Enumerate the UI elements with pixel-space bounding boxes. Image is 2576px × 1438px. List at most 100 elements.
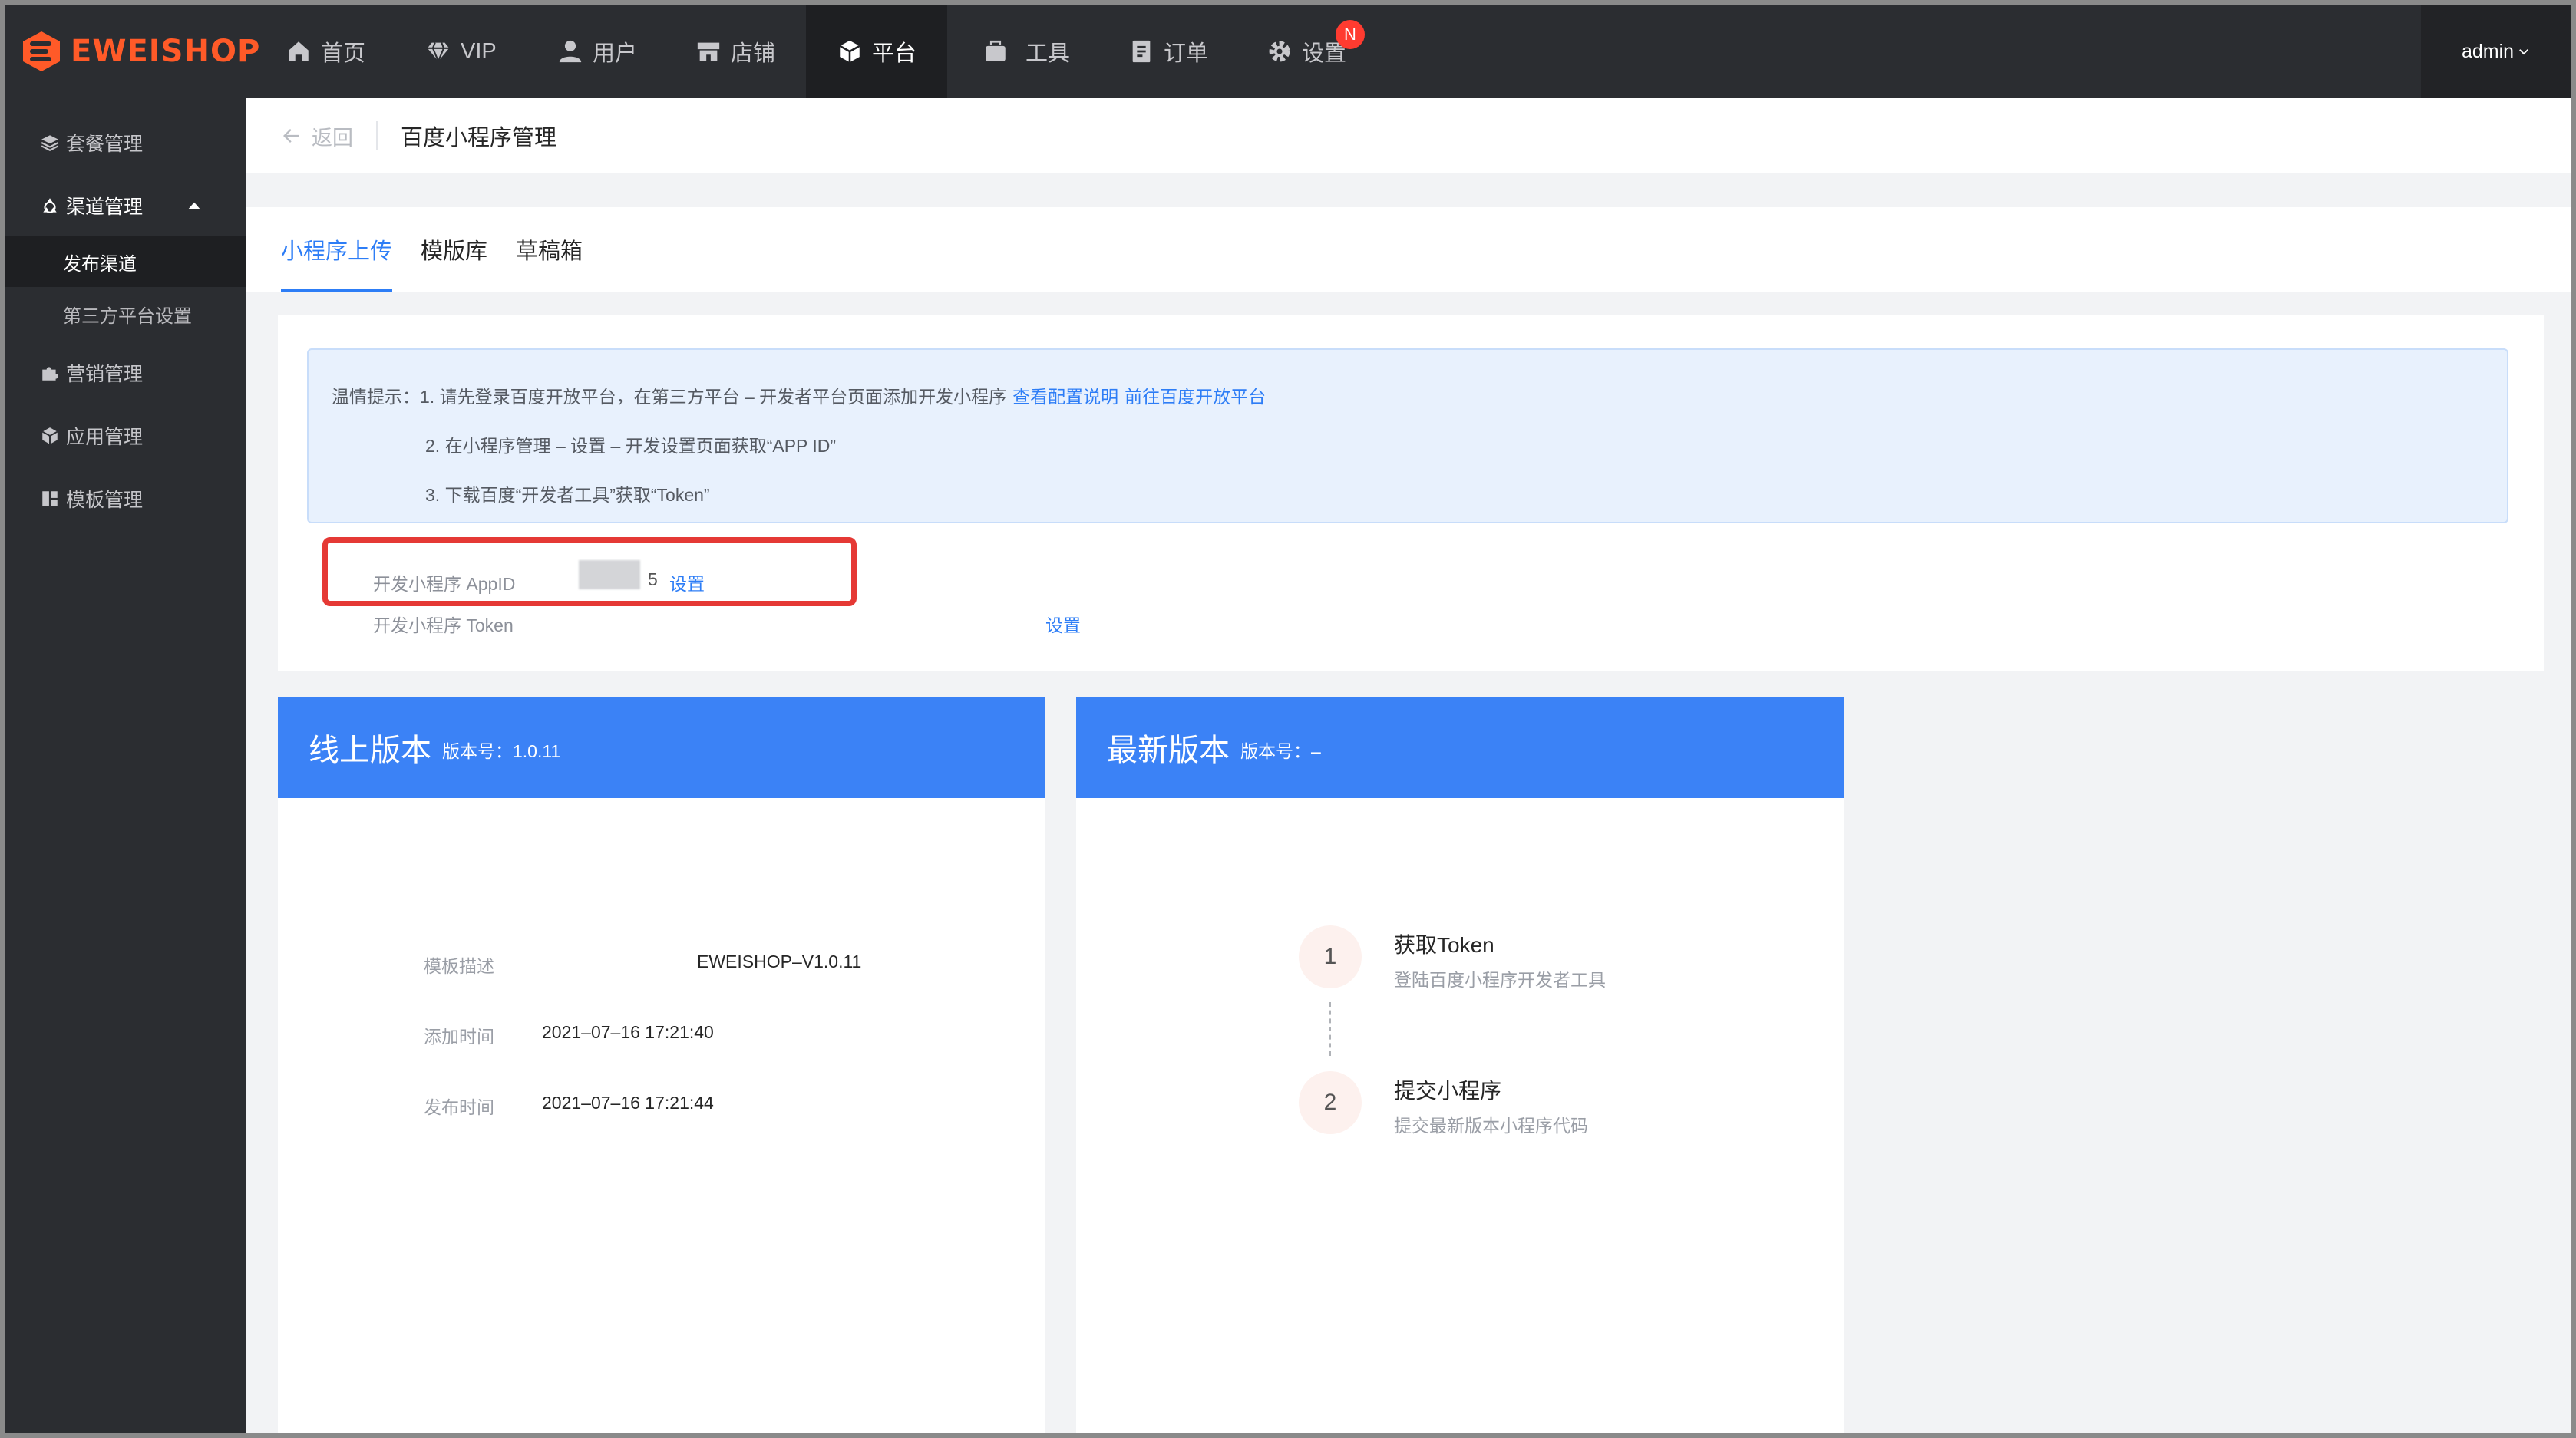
step-2-circle: 2 bbox=[1299, 1071, 1362, 1134]
online-version-number: 版本号：1.0.11 bbox=[442, 741, 561, 761]
tip-prefix: 温情提示： bbox=[332, 387, 420, 407]
latest-version-header: 最新版本 版本号：– bbox=[1076, 697, 1844, 798]
template-desc-label: 模板描述 bbox=[424, 956, 494, 976]
header-divider bbox=[376, 121, 378, 150]
back-button[interactable]: 返回 bbox=[281, 121, 353, 151]
caret-up-icon bbox=[188, 202, 200, 209]
back-label: 返回 bbox=[312, 126, 353, 150]
template-desc-value: EWEISHOP–V1.0.11 bbox=[697, 952, 862, 971]
nav-settings[interactable]: 设置 bbox=[1267, 5, 1346, 98]
sidebar-item-label: 应用管理 bbox=[66, 427, 144, 448]
step-1-desc: 登陆百度小程序开发者工具 bbox=[1394, 970, 1606, 990]
nav-platform[interactable]: 平台 bbox=[806, 5, 947, 98]
tab-template-library[interactable]: 模版库 bbox=[421, 207, 487, 292]
nav-label: 平台 bbox=[872, 41, 917, 66]
tab-active-indicator bbox=[281, 289, 393, 292]
sidebar-subitem-publish-channel[interactable]: 发布渠道 bbox=[5, 236, 246, 287]
arrow-left-icon bbox=[283, 129, 299, 143]
recycle-icon bbox=[43, 198, 57, 213]
layers-icon bbox=[41, 135, 59, 151]
page-header: 返回 百度小程序管理 bbox=[246, 98, 2571, 173]
app-window: EWEISHOP 首页 VIP 用户 店铺 平台 工具 订单 设置 N admi… bbox=[5, 5, 2571, 1433]
tips-box: 温情提示：1. 请先登录百度开放平台，在第三方平台 – 开发者平台页面添加开发小… bbox=[307, 348, 2508, 523]
token-set-button[interactable]: 设置 bbox=[1045, 611, 1081, 637]
tip-line-3: 3. 下载百度“开发者工具”获取“Token” bbox=[425, 485, 710, 505]
box-icon bbox=[839, 40, 860, 63]
order-icon bbox=[1132, 40, 1151, 63]
sidebar-subitem-label: 第三方平台设置 bbox=[63, 305, 192, 327]
tip-line-2: 2. 在小程序管理 – 设置 – 开发设置页面获取“APP ID” bbox=[425, 436, 837, 456]
baidu-open-platform-link[interactable]: 前往百度开放平台 bbox=[1125, 387, 1266, 407]
step-1-circle: 1 bbox=[1299, 925, 1362, 988]
nav-orders[interactable]: 订单 bbox=[1128, 5, 1208, 98]
puzzle-icon bbox=[42, 367, 58, 381]
tab-upload[interactable]: 小程序上传 bbox=[281, 207, 393, 292]
nav-tools[interactable]: 工具 bbox=[983, 5, 1070, 98]
username: admin bbox=[2461, 40, 2515, 62]
brand-name: EWEISHOP bbox=[71, 34, 261, 69]
config-card: 温情提示：1. 请先登录百度开放平台，在第三方平台 – 开发者平台页面添加开发小… bbox=[278, 315, 2544, 671]
sidebar-subitem-third-party[interactable]: 第三方平台设置 bbox=[5, 289, 246, 339]
user-icon bbox=[559, 40, 582, 63]
sidebar-item-label: 营销管理 bbox=[66, 364, 144, 385]
nav-label: VIP bbox=[461, 38, 497, 64]
cube-icon bbox=[41, 427, 58, 444]
nav-label: 工具 bbox=[1025, 41, 1071, 66]
latest-version-card: 最新版本 版本号：– 1 获取Token 登陆百度小程序开发者工具 2 提交小程… bbox=[1076, 697, 1844, 1433]
add-time-value: 2021–07–16 17:21:40 bbox=[542, 1022, 714, 1042]
step-2-desc: 提交最新版本小程序代码 bbox=[1394, 1116, 1588, 1136]
toolbox-icon bbox=[986, 40, 1006, 61]
tab-label: 草稿箱 bbox=[516, 239, 583, 264]
publish-time-value: 2021–07–16 17:21:44 bbox=[542, 1093, 714, 1113]
online-version-title: 线上版本 bbox=[309, 734, 431, 767]
nav-vip[interactable]: VIP bbox=[425, 5, 497, 98]
tip-text: 1. 请先登录百度开放平台，在第三方平台 – 开发者平台页面添加开发小程序 bbox=[420, 387, 1007, 407]
nav-users[interactable]: 用户 bbox=[557, 5, 637, 98]
config-guide-link[interactable]: 查看配置说明 bbox=[1012, 387, 1118, 407]
tab-label: 小程序上传 bbox=[281, 239, 393, 264]
step-connector bbox=[1329, 1002, 1331, 1056]
nav-label: 首页 bbox=[321, 41, 366, 66]
tab-bar: 小程序上传 模版库 草稿箱 bbox=[246, 207, 2571, 292]
step-2-title[interactable]: 提交小程序 bbox=[1394, 1074, 1501, 1105]
sidebar-item-package[interactable]: 套餐管理 bbox=[5, 112, 246, 173]
tab-label: 模版库 bbox=[421, 239, 488, 264]
page-title: 百度小程序管理 bbox=[401, 126, 557, 150]
sidebar-item-templates[interactable]: 模板管理 bbox=[5, 468, 246, 529]
publish-time-label: 发布时间 bbox=[424, 1097, 494, 1117]
gear-icon bbox=[1269, 41, 1290, 62]
brand-logo[interactable]: EWEISHOP bbox=[21, 29, 260, 74]
top-navbar: EWEISHOP 首页 VIP 用户 店铺 平台 工具 订单 设置 N admi… bbox=[5, 5, 2571, 98]
tip-line-1: 温情提示：1. 请先登录百度开放平台，在第三方平台 – 开发者平台页面添加开发小… bbox=[332, 382, 1266, 408]
nav-label: 店铺 bbox=[731, 41, 776, 66]
template-icon bbox=[42, 491, 58, 506]
token-label: 开发小程序 Token bbox=[373, 615, 514, 635]
sidebar-item-label: 渠道管理 bbox=[66, 196, 144, 218]
tab-drafts[interactable]: 草稿箱 bbox=[516, 207, 583, 292]
highlight-box bbox=[322, 537, 857, 606]
nav-store[interactable]: 店铺 bbox=[695, 5, 775, 98]
brand-logo-icon bbox=[21, 30, 61, 73]
online-version-card: 线上版本 版本号：1.0.11 模板描述 EWEISHOP–V1.0.11 添加… bbox=[278, 697, 1045, 1433]
latest-version-title: 最新版本 bbox=[1107, 734, 1230, 767]
step-1-title[interactable]: 获取Token bbox=[1394, 928, 1494, 959]
nav-label: 用户 bbox=[593, 41, 638, 66]
user-menu[interactable]: admin bbox=[2421, 5, 2571, 98]
chevron-down-icon bbox=[2519, 49, 2528, 55]
diamond-icon bbox=[427, 42, 450, 64]
store-icon bbox=[697, 42, 720, 61]
settings-notification-badge: N bbox=[1336, 20, 1365, 49]
online-version-header: 线上版本 版本号：1.0.11 bbox=[278, 697, 1045, 798]
home-icon bbox=[289, 41, 309, 61]
add-time-label: 添加时间 bbox=[424, 1027, 494, 1047]
latest-version-number: 版本号：– bbox=[1240, 741, 1321, 761]
sidebar-subitem-label: 发布渠道 bbox=[63, 253, 137, 275]
nav-home[interactable]: 首页 bbox=[286, 5, 365, 98]
sidebar-item-apps[interactable]: 应用管理 bbox=[5, 405, 246, 467]
sidebar-item-label: 套餐管理 bbox=[66, 134, 144, 155]
sidebar-item-label: 模板管理 bbox=[66, 490, 144, 511]
sidebar: 套餐管理 渠道管理 发布渠道 第三方平台设置 营销管理 应用管理 模板管理 bbox=[5, 98, 246, 1433]
nav-label: 订单 bbox=[1164, 41, 1209, 66]
sidebar-item-channel[interactable]: 渠道管理 bbox=[5, 175, 246, 236]
sidebar-item-marketing[interactable]: 营销管理 bbox=[5, 342, 246, 404]
